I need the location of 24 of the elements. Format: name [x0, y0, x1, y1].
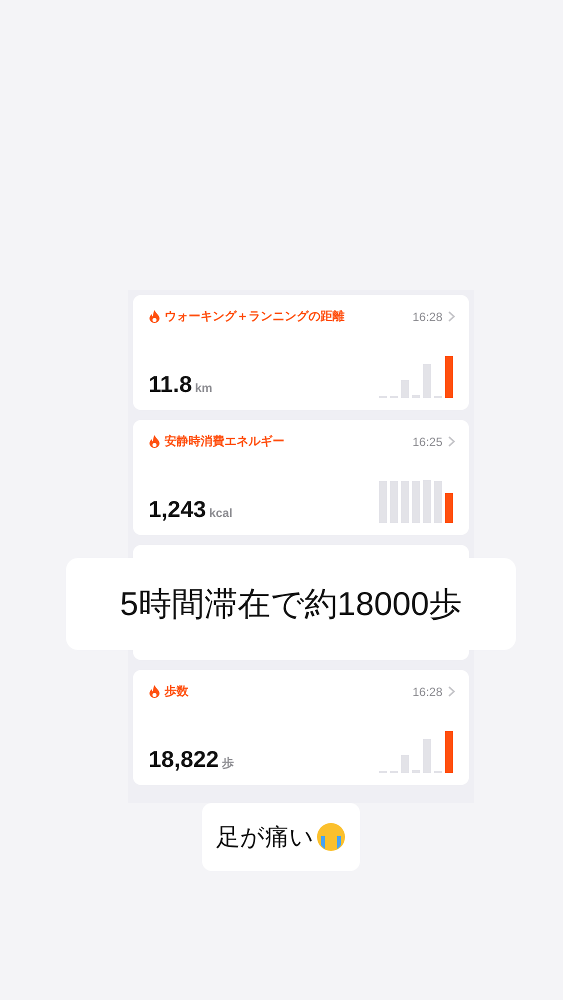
metric-title: ウォーキング＋ランニングの距離: [164, 308, 346, 325]
metric-value: 18,822: [148, 746, 219, 773]
metric-title: 安静時消費エネルギー: [164, 433, 286, 450]
metric-value: 1,243: [148, 496, 206, 523]
chevron-right-icon: [448, 686, 454, 697]
health-card[interactable]: ウォーキング＋ランニングの距離 16:28 11.8 km: [132, 295, 468, 410]
update-time: 16:28: [412, 310, 442, 324]
update-time: 16:28: [412, 684, 442, 698]
emoji-icon: [316, 822, 346, 852]
metric-title: 歩数: [164, 683, 190, 700]
caption-text: 5時間滞在で約18000歩: [66, 558, 516, 650]
chevron-right-icon: [448, 311, 454, 322]
flame-icon: [148, 685, 160, 698]
metric-unit: kcal: [209, 506, 232, 520]
flame-icon: [148, 435, 160, 448]
update-time: 16:25: [412, 434, 442, 448]
health-card[interactable]: 安静時消費エネルギー 16:25 1,243 kcal: [132, 420, 468, 535]
health-card[interactable]: 歩数 16:28 18,822 歩: [132, 670, 468, 785]
chevron-right-icon: [448, 436, 454, 447]
caption-text: 足が痛い: [216, 823, 314, 853]
flame-icon: [148, 310, 160, 323]
metric-value: 11.8: [148, 371, 192, 398]
metric-unit: km: [195, 381, 212, 395]
metric-unit: 歩: [222, 755, 234, 772]
